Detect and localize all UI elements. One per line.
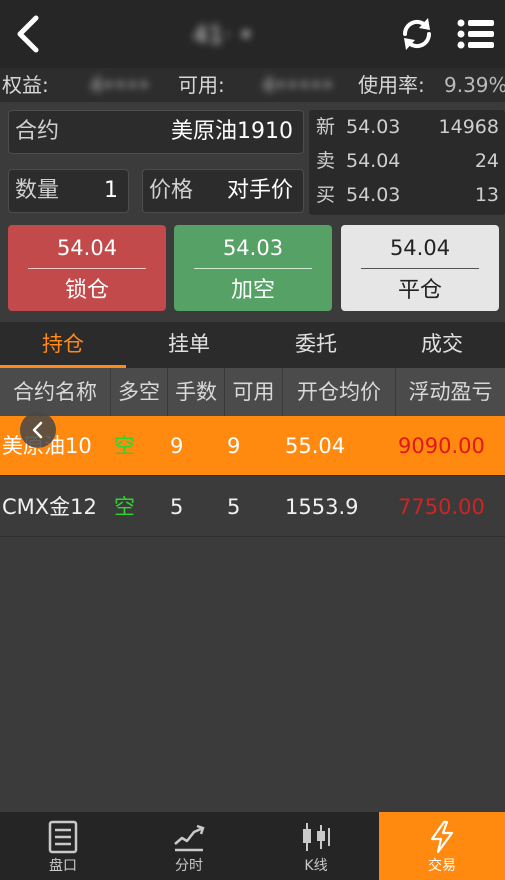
positions-table-header: 合约名称 多空 手数 可用 开仓均价 浮动盈亏	[0, 368, 505, 416]
price-label: 价格	[149, 178, 194, 203]
cell-pnl: 9090.00	[398, 434, 485, 458]
usage-label: 使用率:	[358, 73, 425, 97]
cell-side: 空	[114, 434, 135, 458]
quote-volume: 13	[474, 184, 499, 206]
divider	[361, 268, 479, 269]
price-value: 对手价	[226, 178, 293, 203]
cell-side: 空	[114, 495, 135, 519]
menu-button[interactable]	[455, 14, 497, 54]
bottom-navigation: 盘口 分时 K线 交易	[0, 812, 505, 880]
column-header-lots: 手数	[168, 368, 225, 416]
top-bar: 41· •	[0, 0, 505, 68]
add-short-button[interactable]: 54.03 加空	[174, 225, 332, 311]
quantity-value: 1	[104, 178, 118, 203]
quote-label: 新	[316, 116, 336, 138]
equity-value: 4••••	[90, 73, 150, 97]
quote-price: 54.03	[346, 116, 401, 138]
refresh-icon	[402, 18, 432, 50]
short-price: 54.03	[222, 236, 284, 260]
contract-label: 合约	[15, 119, 60, 144]
tab-bar: 持仓 挂单 委托 成交	[0, 322, 505, 368]
price-type-selector[interactable]: 价格 对手价	[142, 169, 304, 213]
chevron-left-icon	[32, 421, 43, 439]
close-price: 54.04	[389, 236, 451, 260]
lightning-icon	[430, 820, 454, 854]
equity-label: 权益:	[2, 73, 49, 97]
order-panel: 合约 美原油1910 数量 1 价格 对手价 新 54.03 14968 卖 5…	[0, 102, 505, 320]
quote-label: 买	[316, 184, 336, 206]
available-label: 可用:	[178, 73, 225, 97]
nav-label: 分时	[175, 858, 203, 874]
timeshare-chart-icon	[174, 824, 205, 852]
chevron-left-icon	[17, 15, 39, 53]
quote-price: 54.04	[346, 150, 401, 172]
quote-row-last: 新 54.03 14968	[309, 110, 505, 144]
nav-label: 交易	[428, 858, 456, 874]
quantity-field[interactable]: 数量 1	[8, 169, 129, 213]
usage-value: 9.39%	[444, 73, 505, 97]
back-button[interactable]	[10, 14, 50, 54]
divider	[28, 268, 146, 269]
short-label: 加空	[230, 278, 275, 303]
cell-lots: 9	[170, 434, 184, 458]
quote-volume: 24	[474, 150, 499, 172]
column-header-pnl: 浮动盈亏	[408, 380, 493, 404]
nav-timeshare[interactable]: 分时	[126, 812, 252, 880]
column-header-contract: 合约名称	[0, 368, 111, 416]
table-row[interactable]: CMX金12 空 5 5 1553.9 7750.00	[0, 477, 505, 537]
nav-kline[interactable]: K线	[253, 812, 379, 880]
quantity-label: 数量	[15, 178, 60, 203]
cell-avg-price: 1553.9	[285, 495, 359, 519]
close-label: 平仓	[397, 278, 442, 303]
lock-price: 54.04	[56, 236, 118, 260]
tab-orders[interactable]: 委托	[253, 322, 379, 368]
orderbook-icon	[48, 820, 78, 854]
quote-volume: 14968	[438, 116, 499, 138]
divider	[194, 268, 312, 269]
cell-contract: CMX金12	[2, 495, 97, 519]
tab-positions[interactable]: 持仓	[0, 322, 126, 368]
column-header-side: 多空	[111, 368, 168, 416]
quote-box: 新 54.03 14968 卖 54.04 24 买 54.03 13	[309, 110, 505, 215]
column-header-available: 可用	[225, 368, 283, 416]
nav-label: 盘口	[49, 858, 77, 874]
tab-trades[interactable]: 成交	[379, 322, 505, 368]
lock-position-button[interactable]: 54.04 锁仓	[8, 225, 166, 311]
quote-row-bid: 买 54.03 13	[309, 178, 505, 212]
table-row[interactable]: 美原油10 空 9 9 55.04 9090.00	[0, 416, 505, 476]
cell-available: 9	[227, 434, 241, 458]
refresh-button[interactable]	[397, 14, 437, 54]
quote-price: 54.03	[346, 184, 401, 206]
available-value: 4•••••	[262, 73, 334, 97]
tab-pending-orders[interactable]: 挂单	[126, 322, 252, 368]
cell-available: 5	[227, 495, 241, 519]
close-position-button[interactable]: 54.04 平仓	[341, 225, 499, 311]
candlestick-icon	[303, 823, 330, 851]
nav-trade[interactable]: 交易	[379, 812, 505, 880]
cell-lots: 5	[170, 495, 184, 519]
contract-value: 美原油1910	[171, 119, 293, 144]
lock-label: 锁仓	[64, 278, 109, 303]
nav-label: K线	[304, 858, 328, 874]
collapse-button[interactable]	[20, 412, 56, 448]
contract-selector[interactable]: 合约 美原油1910	[8, 110, 304, 154]
list-menu-icon	[457, 19, 494, 49]
quote-row-ask: 卖 54.04 24	[309, 144, 505, 178]
cell-avg-price: 55.04	[285, 434, 346, 458]
page-title: 41· •	[193, 21, 253, 49]
quote-label: 卖	[316, 150, 336, 172]
nav-orderbook[interactable]: 盘口	[0, 812, 126, 880]
cell-pnl: 7750.00	[398, 495, 485, 519]
column-header-avg-price: 开仓均价	[283, 368, 396, 416]
account-summary: 权益: 4•••• 可用: 4••••• 使用率: 9.39%	[0, 68, 505, 102]
